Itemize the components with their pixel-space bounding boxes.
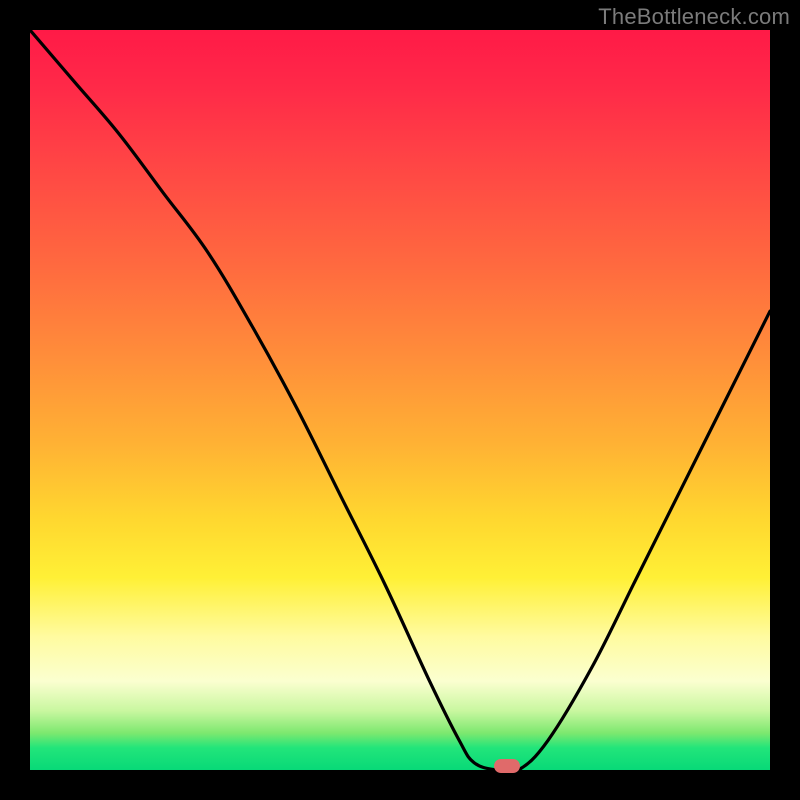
watermark-text: TheBottleneck.com — [598, 4, 790, 30]
plot-area — [30, 30, 770, 770]
bottleneck-curve — [30, 30, 770, 770]
curve-svg — [30, 30, 770, 770]
optimum-marker — [494, 759, 520, 773]
chart-container: TheBottleneck.com — [0, 0, 800, 800]
